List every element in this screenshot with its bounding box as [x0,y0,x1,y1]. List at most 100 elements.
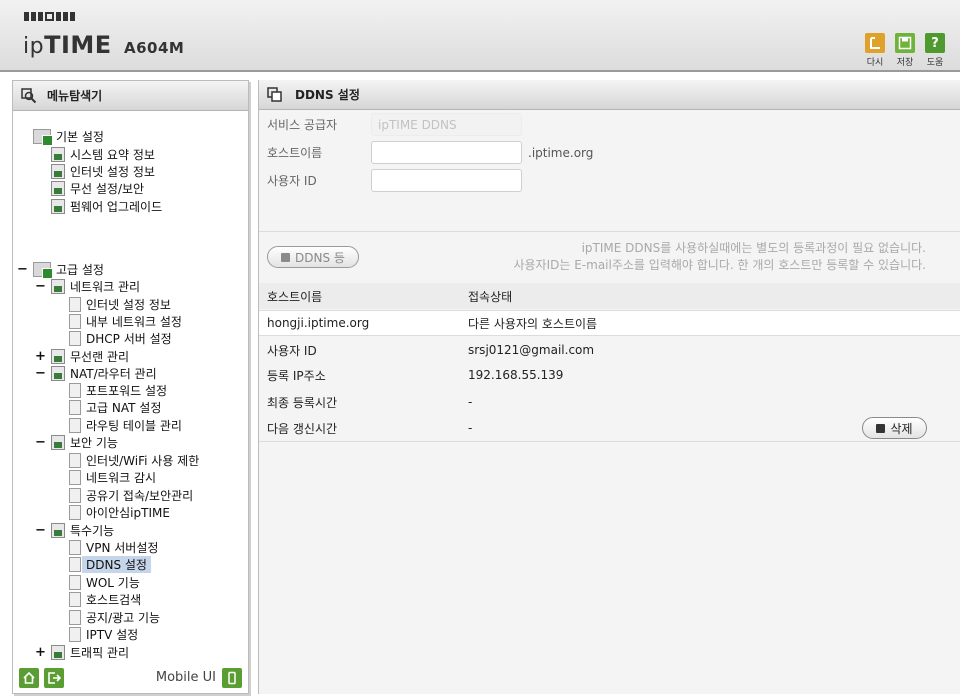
tree-item-dhcp-server[interactable]: DHCP 서버 설정 [69,330,172,347]
hostname-suffix: .iptime.org [528,145,594,160]
save-button[interactable]: 저장 [894,33,916,68]
tree-item-notice-ad[interactable]: 공지/광고 기능 [69,609,160,626]
tree-basic-settings[interactable]: 기본 설정 [33,128,104,146]
detail-row-next-renewal: 다음 갱신시간 - [267,421,473,436]
menu-explorer-panel: 메뉴탐색기 기본 설정 시스템 요약 정보 인터넷 설정 정보 무선 설정/보안… [12,80,249,694]
page-icon [69,488,81,503]
collapse-icon[interactable]: − [17,262,28,277]
top-header: ipTIME A604M 다시 저장 ? 도움 [0,0,960,72]
help-label: 도움 [926,58,944,68]
tree-special-functions[interactable]: − 특수기능 [35,522,114,539]
tree-item-wol[interactable]: WOL 기능 [69,574,140,591]
home-button[interactable] [19,668,39,688]
tree-item-iptv[interactable]: IPTV 설정 [69,626,138,643]
status-cell: 다른 사용자의 호스트이름 [468,316,598,331]
tree-item-internet-settings[interactable]: 인터넷 설정 정보 [69,296,171,313]
upgrade-icon [51,199,65,214]
tree-item-routing-table[interactable]: 라우팅 테이블 관리 [69,417,182,434]
logout-button[interactable] [44,668,64,688]
expand-icon[interactable]: + [35,349,46,364]
wireless-icon [51,349,65,364]
mobile-ui-label[interactable]: Mobile UI [156,670,216,685]
folder-icon [33,129,53,146]
table-row[interactable]: hongji.iptime.org 다른 사용자의 호스트이름 [259,310,960,336]
page-icon [69,592,81,607]
tree-item-ddns-settings[interactable]: DDNS 설정 [69,556,151,573]
help-button[interactable]: ? 도움 [924,33,946,68]
menu-explorer-title: 메뉴탐색기 [47,89,103,103]
folder-icon [33,262,53,279]
collapse-icon[interactable]: − [35,279,46,294]
page-icon [69,557,81,572]
page-icon [69,297,81,312]
divider [259,231,960,232]
ddns-register-button[interactable]: DDNS 등 [267,246,359,268]
provider-row: 서비스 공급자 [267,113,522,136]
undo-button[interactable]: 다시 [864,33,886,68]
tree-network-management[interactable]: − 네트워크 관리 [35,278,140,295]
router-icon [51,366,65,381]
detail-row-last-registered: 최종 등록시간 - [267,395,473,410]
tree-item-router-access-security[interactable]: 공유기 접속/보안관리 [69,487,193,504]
page-icon [69,400,81,415]
collapse-icon[interactable]: − [35,523,46,538]
delete-button[interactable]: 삭제 [862,417,927,439]
tree-item-advanced-nat[interactable]: 고급 NAT 설정 [69,399,161,416]
expand-icon[interactable]: + [35,645,46,660]
undo-label: 다시 [866,58,884,68]
ddns-settings-panel: DDNS 설정 서비스 공급자 호스트이름 .iptime.org 사용자 ID… [258,80,960,694]
save-label: 저장 [896,58,914,68]
provider-label: 서비스 공급자 [267,118,338,132]
mobile-ui-button[interactable] [222,668,242,688]
traffic-icon [51,645,65,660]
tree-item-lan-settings[interactable]: 내부 네트워크 설정 [69,313,182,330]
userid-input[interactable] [371,169,522,192]
brand-logo: ipTIME [23,31,112,59]
tree-item-wireless-security[interactable]: 무선 설정/보안 [51,180,144,197]
tree-item-access-restriction[interactable]: 인터넷/WiFi 사용 제한 [69,452,199,469]
page-icon [69,383,81,398]
brand-dots-logo [24,12,75,21]
tree-item-vpn-server[interactable]: VPN 서버설정 [69,539,158,556]
collapse-icon[interactable]: − [35,366,46,381]
tree-traffic-management[interactable]: + 트래픽 관리 [35,644,129,661]
model-name: A604M [124,39,185,57]
userid-label: 사용자 ID [267,174,317,188]
hostname-label: 호스트이름 [267,146,323,160]
divider [259,441,960,442]
page-icon [69,627,81,642]
tree-item-child-safety[interactable]: 아이안심ipTIME [69,504,170,521]
table-header: 호스트이름 접속상태 [259,283,960,309]
chart-icon [51,147,65,162]
menu-tree: 기본 설정 시스템 요약 정보 인터넷 설정 정보 무선 설정/보안 펌웨어 업… [13,111,248,693]
hostname-row: 호스트이름 .iptime.org [267,141,593,164]
collapse-icon[interactable]: − [35,435,46,450]
tree-item-network-monitor[interactable]: 네트워크 감시 [69,469,156,486]
save-icon [895,33,915,53]
userid-row: 사용자 ID [267,169,522,192]
page-icon [69,453,81,468]
tree-item-port-forward[interactable]: 포트포워드 설정 [69,382,167,399]
page-icon [69,418,81,433]
menu-explorer-header: 메뉴탐색기 [13,81,248,111]
hostname-input[interactable] [371,141,522,164]
help-icon: ? [925,33,945,53]
tree-nat-router-management[interactable]: − NAT/라우터 관리 [35,365,157,382]
tree-wireless-management[interactable]: + 무선랜 관리 [35,348,129,365]
page-icon [69,314,81,329]
home-icon [23,671,35,684]
page-icon [69,540,81,555]
tree-item-system-summary[interactable]: 시스템 요약 정보 [51,146,155,163]
tree-item-internet-info[interactable]: 인터넷 설정 정보 [51,163,155,180]
page-icon [69,575,81,590]
tree-item-firmware-upgrade[interactable]: 펌웨어 업그레이드 [51,198,162,215]
host-cell: hongji.iptime.org [267,316,370,330]
tree-security-functions[interactable]: − 보안 기능 [35,434,118,451]
lock-icon [51,435,65,450]
minus-icon [876,423,886,433]
page-icon [69,505,81,520]
tree-item-host-scan[interactable]: 호스트검색 [69,591,141,608]
window-icon [267,86,283,103]
tree-advanced-settings[interactable]: − 고급 설정 [17,261,104,279]
network-icon [51,279,65,294]
